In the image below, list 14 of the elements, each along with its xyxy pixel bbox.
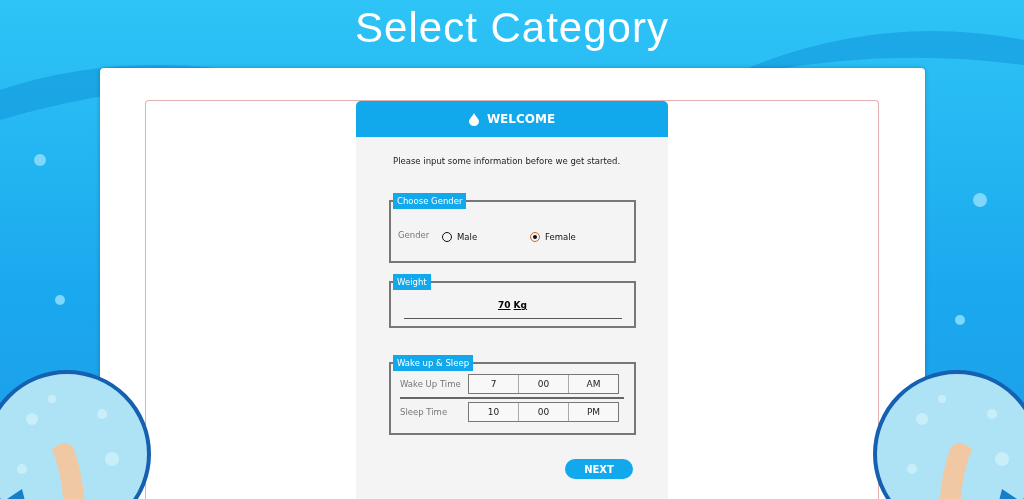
page-title: Select Category — [355, 6, 669, 53]
group-legend: Wake up & Sleep — [393, 355, 474, 371]
gender-label: Gender — [398, 229, 431, 240]
dialog-title: WELCOME — [486, 112, 556, 126]
weight-value[interactable]: 70 — [498, 300, 511, 310]
group-legend: Weight — [393, 274, 431, 290]
weight-unit: Kg — [513, 300, 527, 310]
time-label: Wake Up Time — [400, 379, 462, 389]
time-label: Sleep Time — [400, 407, 449, 417]
water-drop-icon — [468, 112, 479, 126]
gender-radio[interactable]: Male — [442, 231, 530, 242]
gender-radio[interactable]: Female — [530, 231, 618, 242]
intro-text: Please input some information before we get started. — [393, 156, 622, 166]
group-legend: Choose Gender — [393, 193, 467, 209]
